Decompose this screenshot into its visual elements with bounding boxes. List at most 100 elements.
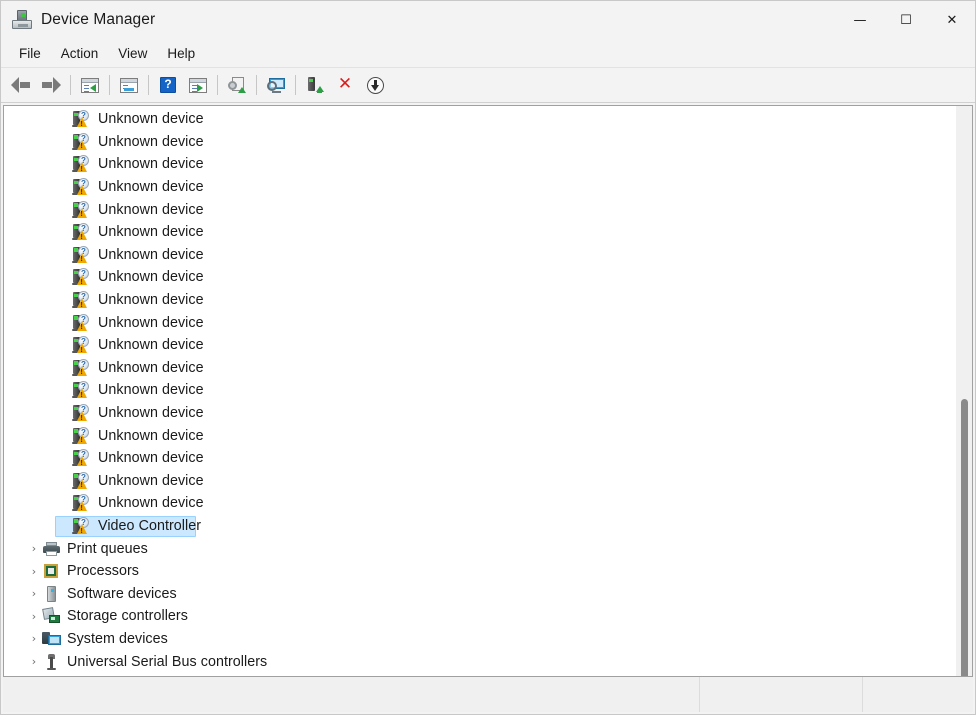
unknown-device-icon: ? — [73, 472, 92, 490]
maximize-icon: ☐ — [900, 14, 912, 27]
tree-item-unknown-device[interactable]: ? Unknown device — [4, 221, 955, 244]
vertical-scrollbar[interactable] — [955, 106, 972, 676]
menu-bar: File Action View Help — [1, 39, 975, 68]
status-pane-secondary — [700, 677, 863, 712]
storage-controller-icon — [42, 607, 61, 625]
tree-item-unknown-device[interactable]: ? Unknown device — [4, 311, 955, 334]
chevron-right-icon[interactable]: › — [26, 608, 42, 624]
tree-item-label: System devices — [67, 631, 168, 647]
menu-file[interactable]: File — [9, 43, 51, 64]
tree-item-label: Unknown device — [98, 224, 204, 240]
unknown-device-icon: ? — [73, 246, 92, 264]
tree-category-usb-controllers[interactable]: › Universal Serial Bus controllers — [4, 650, 955, 673]
tree-category-processors[interactable]: › Processors — [4, 560, 955, 583]
tree-item-label: Software devices — [67, 586, 177, 602]
tree-item-label: Unknown device — [98, 292, 204, 308]
tree-item-label: Unknown device — [98, 473, 204, 489]
content-area: ? Unknown device ? Unknown device ? — [1, 103, 975, 676]
maximize-button[interactable]: ☐ — [883, 1, 929, 39]
unknown-device-icon: ? — [73, 291, 92, 309]
chevron-right-icon[interactable]: › — [26, 563, 42, 579]
tree-item-label: Video Controller — [98, 518, 201, 534]
chevron-right-icon[interactable]: › — [26, 654, 42, 670]
tree-item-unknown-device[interactable]: ? Unknown device — [4, 153, 955, 176]
forward-button[interactable] — [37, 72, 65, 98]
printer-icon — [42, 540, 61, 558]
tree-category-system-devices[interactable]: › System devices — [4, 628, 955, 651]
chevron-right-icon[interactable]: › — [26, 631, 42, 647]
properties-icon — [189, 78, 207, 93]
chevron-right-icon[interactable]: › — [26, 541, 42, 557]
usb-controller-icon — [42, 653, 61, 671]
tree-category-print-queues[interactable]: › Print queues — [4, 537, 955, 560]
tree-item-unknown-device[interactable]: ? Unknown device — [4, 108, 955, 131]
device-manager-window: Device Manager — ☐ ✕ File Action View He… — [0, 0, 976, 715]
help-button[interactable] — [154, 72, 182, 98]
tree-item-label: Unknown device — [98, 382, 204, 398]
up-one-level-button[interactable] — [76, 72, 104, 98]
tree-item-label: Unknown device — [98, 315, 204, 331]
unknown-device-icon: ? — [73, 494, 92, 512]
menu-view[interactable]: View — [108, 43, 157, 64]
scan-monitor-icon — [267, 77, 286, 93]
close-button[interactable]: ✕ — [929, 1, 975, 39]
tree-item-unknown-device[interactable]: ? Unknown device — [4, 470, 955, 493]
back-button[interactable] — [7, 72, 35, 98]
tree-item-unknown-device[interactable]: ? Unknown device — [4, 334, 955, 357]
show-hide-console-tree-button[interactable] — [115, 72, 143, 98]
scrollbar-thumb[interactable] — [961, 399, 968, 676]
menu-action[interactable]: Action — [51, 43, 109, 64]
title-bar: Device Manager — ☐ ✕ — [1, 1, 975, 39]
update-driver-button[interactable] — [223, 72, 251, 98]
tree-item-unknown-device[interactable]: ? Unknown device — [4, 424, 955, 447]
install-legacy-hardware-button[interactable] — [301, 72, 329, 98]
tree-item-label: Unknown device — [98, 111, 204, 127]
tree-item-unknown-device[interactable]: ? Unknown device — [4, 176, 955, 199]
processor-icon — [42, 562, 61, 580]
tree-category-storage-controllers[interactable]: › Storage controllers — [4, 605, 955, 628]
caption-button-group: — ☐ ✕ — [837, 1, 975, 39]
tree-item-label: Unknown device — [98, 428, 204, 444]
unknown-device-icon: ? — [73, 359, 92, 377]
tree-item-label: Universal Serial Bus controllers — [67, 654, 267, 670]
disable-device-button[interactable] — [361, 72, 389, 98]
tree-item-unknown-device[interactable]: ? Unknown device — [4, 244, 955, 267]
tree-item-unknown-device[interactable]: ? Unknown device — [4, 357, 955, 380]
status-pane-main — [3, 677, 700, 712]
tree-item-label: Processors — [67, 563, 139, 579]
tree-item-unknown-device[interactable]: ? Unknown device — [4, 198, 955, 221]
unknown-device-icon: ? — [73, 517, 92, 535]
tree-item-unknown-device[interactable]: ? Unknown device — [4, 492, 955, 515]
tree-item-label: Storage controllers — [67, 608, 188, 624]
device-tree[interactable]: ? Unknown device ? Unknown device ? — [3, 105, 973, 676]
status-bar — [3, 676, 973, 712]
device-manager-icon — [11, 9, 33, 31]
unknown-device-icon: ? — [73, 449, 92, 467]
toolbar-separator-5 — [256, 75, 257, 95]
window-title: Device Manager — [41, 11, 155, 29]
unknown-device-icon: ? — [73, 404, 92, 422]
forward-arrow-icon — [41, 77, 61, 93]
unknown-device-icon: ? — [73, 336, 92, 354]
tree-item-video-controller[interactable]: ? Video Controller — [4, 515, 955, 538]
toolbar-separator-4 — [217, 75, 218, 95]
tree-item-unknown-device[interactable]: ? Unknown device — [4, 402, 955, 425]
tree-item-unknown-device[interactable]: ? Unknown device — [4, 379, 955, 402]
properties-button[interactable] — [184, 72, 212, 98]
unknown-device-icon: ? — [73, 201, 92, 219]
scan-for-hardware-changes-button[interactable] — [262, 72, 290, 98]
tree-category-software-devices[interactable]: › Software devices — [4, 582, 955, 605]
tree-item-label: Unknown device — [98, 495, 204, 511]
help-icon — [160, 77, 176, 93]
unknown-device-icon: ? — [73, 178, 92, 196]
menu-help[interactable]: Help — [157, 43, 205, 64]
red-x-icon: ✕ — [337, 77, 353, 93]
tree-item-unknown-device[interactable]: ? Unknown device — [4, 266, 955, 289]
minimize-button[interactable]: — — [837, 1, 883, 39]
toolbar-separator-2 — [109, 75, 110, 95]
uninstall-device-button[interactable]: ✕ — [331, 72, 359, 98]
tree-item-unknown-device[interactable]: ? Unknown device — [4, 289, 955, 312]
tree-item-unknown-device[interactable]: ? Unknown device — [4, 131, 955, 154]
chevron-right-icon[interactable]: › — [26, 586, 42, 602]
tree-item-unknown-device[interactable]: ? Unknown device — [4, 447, 955, 470]
